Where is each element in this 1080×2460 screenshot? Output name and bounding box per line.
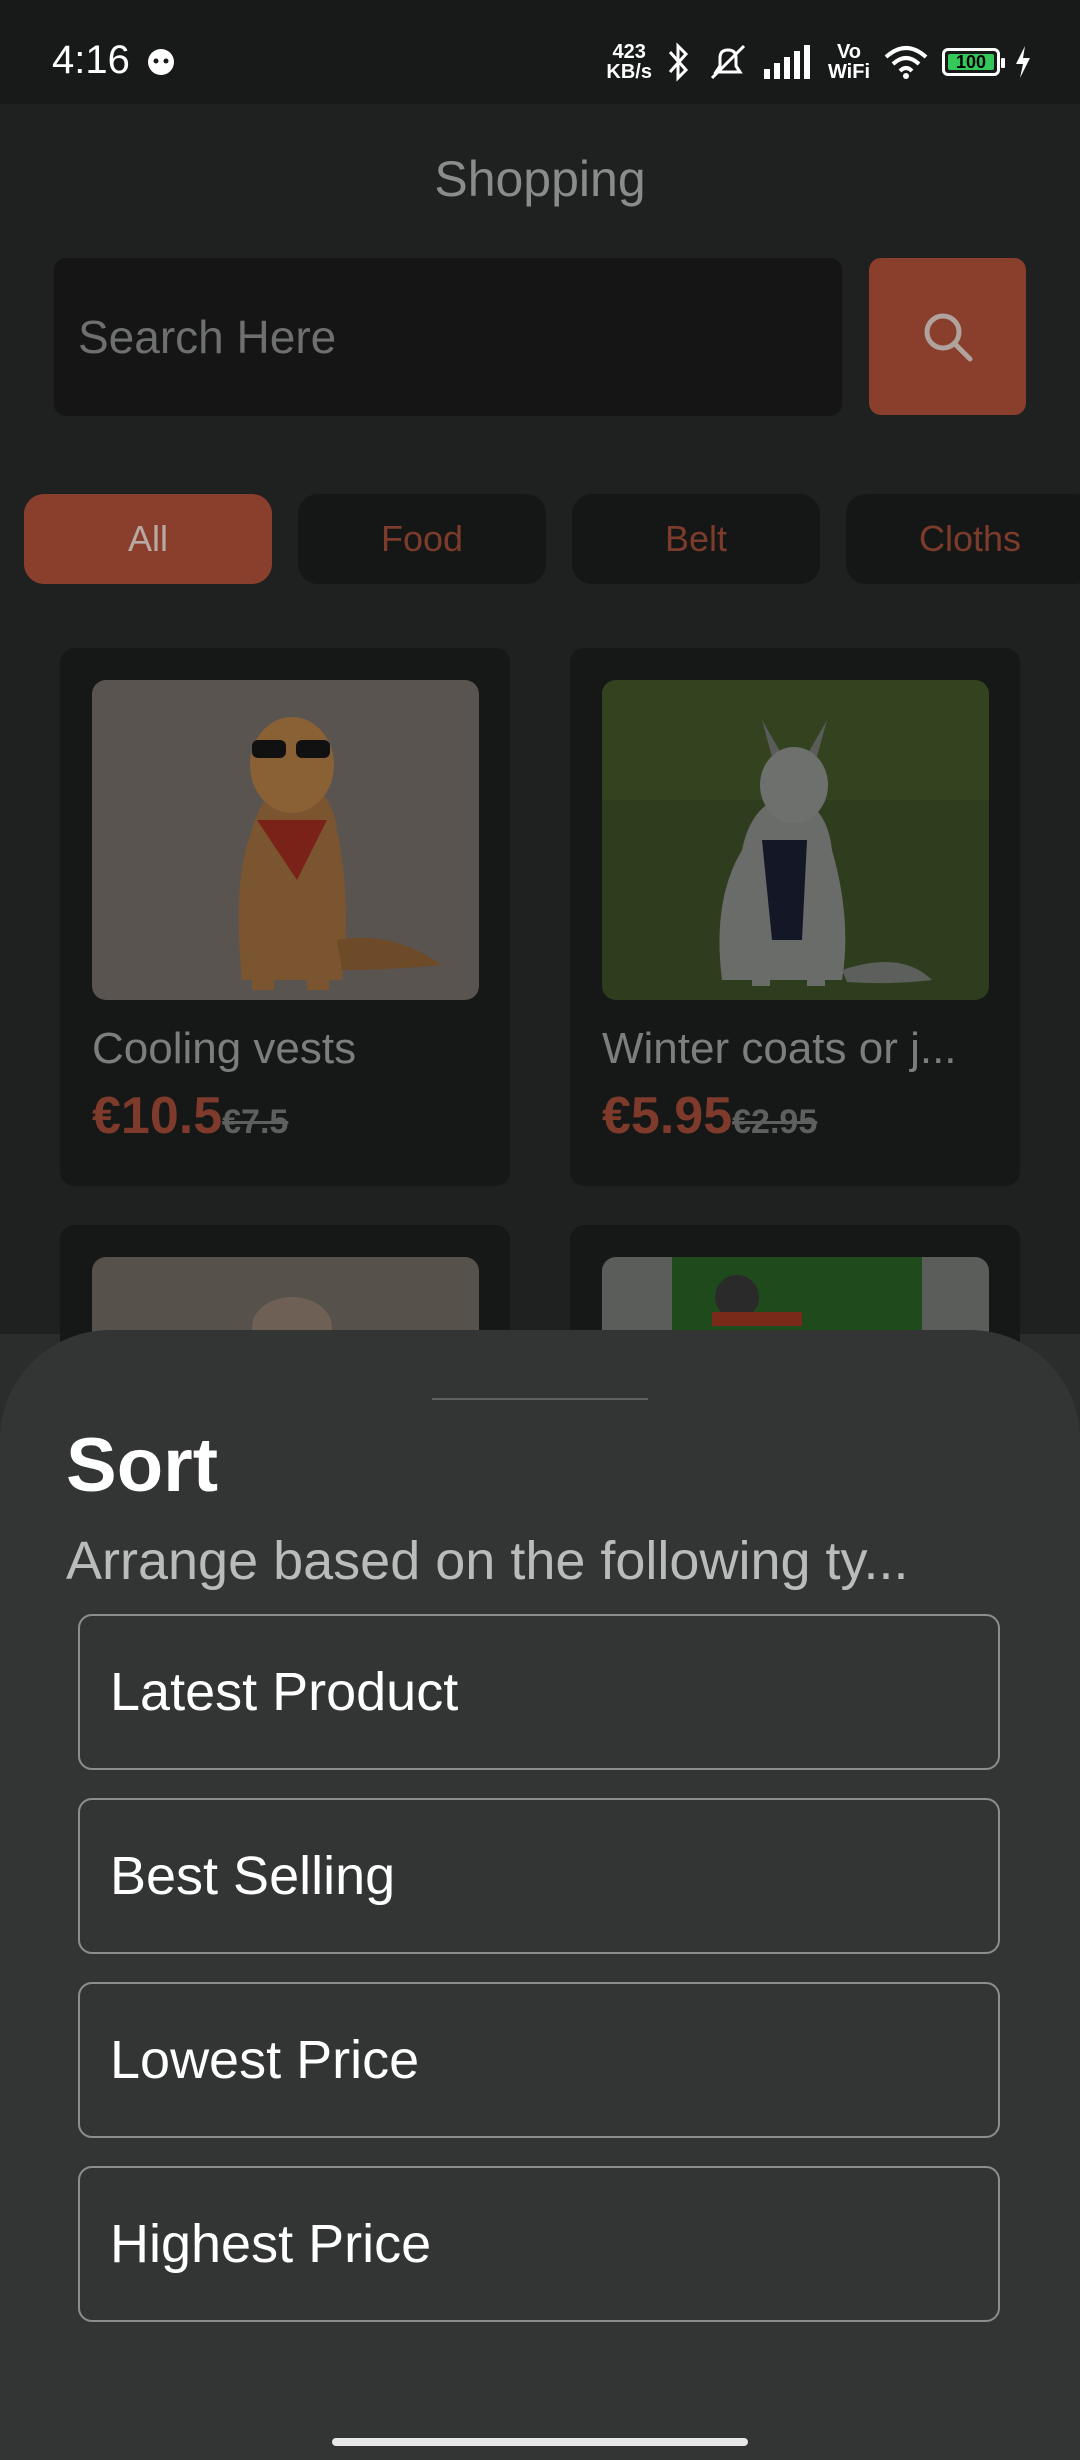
vowifi-indicator: Vo WiFi: [827, 41, 870, 83]
product-name: Cooling vests: [92, 1024, 357, 1073]
shopping-screen: Shopping Search Here All Food Belt Cloth…: [0, 104, 1080, 1425]
product-old-price: €7.5: [222, 1103, 289, 1141]
category-chip-cloths[interactable]: Cloths: [846, 494, 1080, 584]
status-bar: 4:16 423 KB/s Vo WiFi 100: [0, 0, 1080, 104]
battery-indicator: 100: [942, 48, 1005, 76]
status-time: 4:16: [52, 38, 130, 82]
search-button[interactable]: [869, 258, 1026, 415]
silent-mode-icon: [710, 44, 746, 80]
sort-option-highest-price[interactable]: Highest Price: [78, 2166, 1000, 2322]
charging-icon: [1016, 46, 1030, 78]
product-card[interactable]: Winter coats or j... €5.95€2.95: [570, 648, 1020, 1186]
sheet-title: Sort: [66, 1423, 218, 1508]
network-speed: 423 KB/s: [606, 41, 652, 83]
search-input[interactable]: Search Here: [54, 258, 842, 416]
product-price: €5.95€2.95: [602, 1087, 818, 1145]
wifi-icon: [884, 46, 928, 79]
category-chip-all[interactable]: All: [24, 494, 272, 584]
search-placeholder: Search Here: [78, 311, 337, 363]
sheet-subtitle: Arrange based on the following ty...: [66, 1531, 909, 1591]
sort-option-latest-product[interactable]: Latest Product: [78, 1614, 1000, 1770]
page-title: Shopping: [434, 151, 646, 207]
signal-icon: [763, 45, 810, 79]
category-chips: All Food Belt Cloths: [24, 494, 1080, 584]
search-icon: [924, 313, 972, 361]
product-image-dog-sunglasses: [92, 680, 479, 1000]
sort-option-best-selling[interactable]: Best Selling: [78, 1798, 1000, 1954]
product-price: €10.5€7.5: [92, 1087, 289, 1145]
product-name: Winter coats or j...: [602, 1024, 957, 1073]
status-icons: 423 KB/s Vo WiFi 100: [606, 38, 1032, 86]
app-notification-icon: [148, 49, 174, 75]
product-old-price: €2.95: [732, 1103, 818, 1141]
sheet-drag-handle[interactable]: [432, 1398, 648, 1400]
product-image-wolfdog-harness: [602, 680, 989, 1000]
sort-option-lowest-price[interactable]: Lowest Price: [78, 1982, 1000, 2138]
category-chip-belt[interactable]: Belt: [572, 494, 820, 584]
home-indicator[interactable]: [332, 2438, 748, 2446]
product-card[interactable]: Cooling vests €10.5€7.5: [60, 648, 510, 1186]
bluetooth-icon: [668, 42, 689, 82]
category-chip-food[interactable]: Food: [298, 494, 546, 584]
sort-bottom-sheet: Sort Arrange based on the following ty..…: [0, 1330, 1080, 2460]
